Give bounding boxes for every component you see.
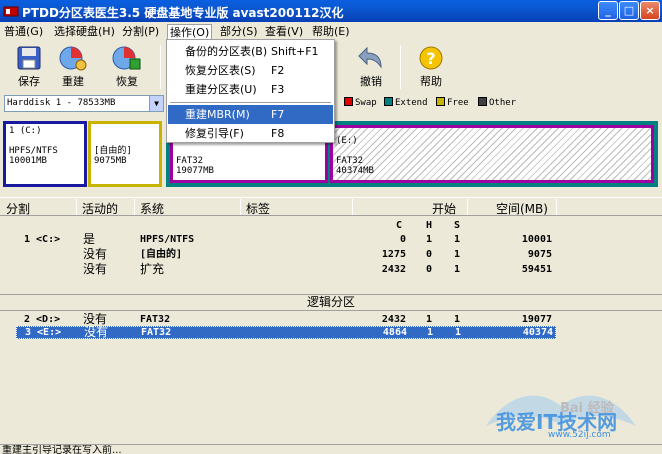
menu-part[interactable]: 部分(S) — [218, 24, 260, 40]
col-label[interactable]: 标签 — [246, 200, 270, 217]
col-start[interactable]: 开始 — [432, 200, 456, 217]
table-row[interactable]: 没有 [自由的] 1275 0 1 9075 — [0, 248, 662, 261]
menu-operation[interactable]: 操作(O) — [167, 24, 213, 40]
menu-select-disk[interactable]: 选择硬盘(H) — [52, 24, 117, 40]
menu-item-repair-boot[interactable]: 修复引导(F) F8 — [168, 124, 333, 143]
table-row-selected[interactable]: 3 <E:> 没有 FAT32 4864 1 1 40374 — [16, 326, 556, 339]
restore-button[interactable]: 恢复 — [104, 43, 150, 91]
legend-extend: Extend — [384, 97, 428, 109]
col-system[interactable]: 系统 — [140, 200, 164, 217]
svg-text:?: ? — [426, 49, 435, 68]
harddisk-select[interactable]: Harddisk 1 - 78533MB ▼ — [4, 95, 164, 112]
table-row[interactable]: 没有 扩充 2432 0 1 59451 — [0, 263, 662, 276]
menu-partition[interactable]: 分割(P) — [120, 24, 161, 40]
maximize-button[interactable]: □ — [619, 1, 639, 20]
logical-partition-header: 逻辑分区 — [0, 294, 662, 311]
title-bar: PTDD分区表医生3.5 硬盘基地专业版 avast200112汉化 _ □ × — [0, 0, 662, 22]
col-active[interactable]: 活动的 — [82, 200, 118, 217]
harddisk-select-value: Harddisk 1 - 78533MB — [7, 98, 116, 108]
help-icon: ? — [419, 46, 443, 70]
menu-item-backup-partition-table[interactable]: 备份的分区表(B) Shift+F1 — [168, 42, 333, 61]
menu-help[interactable]: 帮助(E) — [310, 24, 352, 40]
restore-disk-icon — [112, 46, 141, 70]
chevron-down-icon[interactable]: ▼ — [149, 96, 163, 111]
menu-general[interactable]: 普通(G) — [2, 24, 45, 40]
watermark-baidu: Bai 经验 — [560, 401, 614, 416]
undo-button[interactable]: 撤销 — [348, 43, 394, 91]
legend-swap: Swap — [344, 97, 377, 109]
col-partition[interactable]: 分割 — [6, 200, 30, 217]
partition-table-header: 分割 活动的 系统 标签 开始 空间(MB) — [0, 197, 662, 216]
close-button[interactable]: × — [640, 1, 660, 20]
undo-arrow-icon — [358, 46, 382, 69]
menu-item-rebuild-mbr[interactable]: 重建MBR(M) F7 — [168, 105, 333, 124]
app-icon — [3, 6, 19, 17]
partition-block-c[interactable]: 1 (C:) HPFS/NTFS 10001MB — [3, 121, 87, 187]
minimize-button[interactable]: _ — [598, 1, 618, 20]
floppy-disk-icon — [17, 46, 41, 70]
status-bar: 重建主引导记录在写入前... — [0, 444, 662, 454]
menu-separator — [170, 102, 331, 103]
toolbar-separator — [400, 45, 401, 89]
table-row[interactable]: 1 <C:> 是 HPFS/NTFS 0 1 1 10001 — [0, 233, 662, 246]
save-button[interactable]: 保存 — [6, 43, 52, 91]
restore-label: 恢复 — [116, 75, 138, 88]
chs-c-header: C — [396, 220, 403, 231]
legend-other: Other — [478, 97, 516, 109]
partition-block-e[interactable]: (E:) FAT32 40374MB — [330, 125, 654, 183]
help-button[interactable]: ? 帮助 — [408, 43, 454, 91]
menu-view[interactable]: 查看(V) — [263, 24, 305, 40]
window-title: PTDD分区表医生3.5 硬盘基地专业版 avast200112汉化 — [22, 6, 344, 20]
operation-dropdown-menu: 备份的分区表(B) Shift+F1 恢复分区表(S) F2 重建分区表(U) F3 … — [166, 39, 335, 143]
menu-item-restore-partition-table[interactable]: 恢复分区表(S) F2 — [168, 61, 333, 80]
undo-label: 撤销 — [360, 75, 382, 88]
help-label: 帮助 — [420, 75, 442, 88]
col-size[interactable]: 空间(MB) — [496, 200, 548, 217]
rebuild-button[interactable]: 重建 — [50, 43, 96, 91]
watermark-url: www.52ij.com — [548, 430, 611, 440]
chs-s-header: S — [454, 220, 461, 231]
chs-h-header: H — [426, 220, 433, 231]
menu-item-rebuild-partition-table[interactable]: 重建分区表(U) F3 — [168, 80, 333, 99]
save-label: 保存 — [18, 75, 40, 88]
rebuild-disk-icon — [59, 46, 87, 71]
partition-block-free[interactable]: [自由的] 9075MB — [88, 121, 162, 187]
toolbar-separator — [160, 45, 161, 89]
rebuild-label: 重建 — [62, 75, 84, 88]
legend-free: Free — [436, 97, 469, 109]
